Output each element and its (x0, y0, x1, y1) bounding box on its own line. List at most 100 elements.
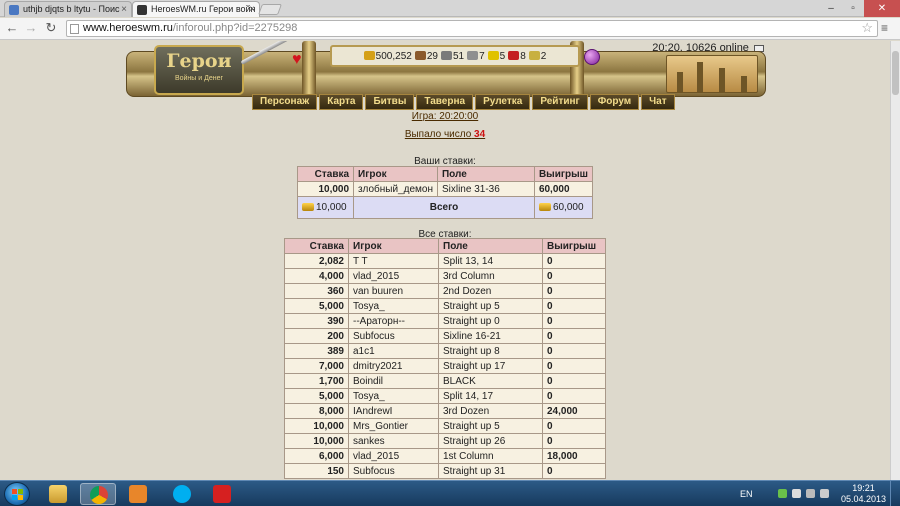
taskbar: EN 19:21 05.04.2013 (0, 480, 900, 506)
crystal-resource: 8 (508, 51, 526, 62)
bet-player[interactable]: vlad_2015 (348, 448, 439, 464)
bet-field: 1st Column (438, 448, 543, 464)
network-icon[interactable] (806, 489, 815, 498)
bet-stake: 389 (284, 343, 349, 359)
taskbar-skype[interactable] (164, 483, 200, 505)
game-logo[interactable]: Герои Войны и Денег (154, 45, 244, 95)
col-field: Поле (436, 166, 535, 182)
dropped-number: 34 (474, 129, 486, 140)
taskbar-media-player[interactable] (120, 483, 156, 505)
nav-tavern[interactable]: Таверна (416, 94, 474, 110)
mercury-icon (467, 51, 479, 61)
bet-field: Sixline 16-21 (438, 328, 543, 344)
nav-chat[interactable]: Чат (641, 94, 675, 110)
bet-player[interactable]: a1c1 (348, 343, 439, 359)
taskbar-explorer[interactable] (40, 483, 76, 505)
bet-player[interactable]: злобный_демон (353, 181, 438, 197)
health-heart-icon: ♥ (292, 51, 302, 68)
nav-battles[interactable]: Битвы (365, 94, 415, 110)
bet-player[interactable]: dmitry2021 (348, 358, 439, 374)
close-tab-icon[interactable]: × (249, 2, 255, 17)
your-bets-table: Ставка Игрок Поле Выигрыш 10,000 злобный… (296, 166, 594, 219)
address-bar[interactable]: www.heroeswm.ru/inforoul.php?id=2275298 … (66, 20, 878, 37)
bet-player[interactable]: Boindil (348, 373, 439, 389)
close-window-icon[interactable]: ✕ (864, 0, 900, 17)
table-row: 10,000 злобный_демон Sixline 31-36 60,00… (296, 181, 594, 197)
table-row: 10,000 Mrs_Gontier Straight up 50 (284, 418, 606, 434)
volume-icon[interactable] (820, 489, 829, 498)
bet-player[interactable]: T T (348, 253, 439, 269)
taskbar-app[interactable] (204, 483, 240, 505)
flag-icon[interactable] (792, 489, 801, 498)
page-scrollbar[interactable] (890, 41, 900, 480)
bet-win: 0 (542, 388, 606, 404)
gem-resource: 2 (528, 51, 546, 62)
nav-rating[interactable]: Рейтинг (532, 94, 588, 110)
clock[interactable]: 19:21 05.04.2013 (841, 483, 886, 505)
bet-win: 0 (542, 373, 606, 389)
bet-player[interactable]: Tosya_ (348, 298, 439, 314)
table-row: 360 van buuren 2nd Dozen 0 (284, 283, 606, 299)
crystal-icon (508, 51, 520, 61)
bet-player[interactable]: van buuren (348, 283, 439, 299)
tray-icon[interactable] (778, 489, 787, 498)
bet-field: 3rd Column (438, 268, 543, 284)
total-win: 60,000 (552, 202, 584, 213)
new-tab-button[interactable] (257, 4, 283, 15)
bet-player[interactable]: Subfocus (348, 328, 439, 344)
clock-date: 05.04.2013 (840, 494, 886, 504)
bet-player[interactable]: IAndrewI (348, 403, 439, 419)
search-favicon-icon (9, 5, 19, 15)
system-tray: EN 19:21 05.04.2013 (740, 481, 900, 506)
bet-player[interactable]: Mrs_Gontier (348, 418, 439, 434)
maximize-icon[interactable]: ▫ (842, 0, 864, 17)
app-icon (213, 485, 231, 503)
bet-win: 0 (542, 283, 606, 299)
bet-player[interactable]: --Араторн-- (348, 313, 439, 329)
bet-stake: 8,000 (284, 403, 349, 419)
back-arrow-icon[interactable]: ← (4, 20, 20, 36)
start-button[interactable] (4, 482, 30, 506)
skype-icon (173, 485, 191, 503)
bet-stake: 10,000 (284, 433, 349, 449)
table-row: 10,000 sankes Straight up 26 0 (284, 433, 606, 449)
gem-icon (528, 51, 540, 61)
game-time-link[interactable]: Игра: 20:20:00 (0, 111, 890, 122)
scrollbar-thumb[interactable] (892, 51, 899, 95)
forward-arrow-icon[interactable]: → (23, 20, 39, 36)
dropped-label: Выпало число (404, 129, 472, 140)
windows-logo-icon (12, 489, 23, 500)
page-content: 20:20, 10626 online Герои Войны и Денег … (0, 41, 900, 480)
sulfur-icon (487, 51, 499, 61)
bet-field: Split 13, 14 (438, 253, 543, 269)
media-player-icon (129, 485, 147, 503)
close-tab-icon[interactable]: × (121, 2, 127, 17)
nav-character[interactable]: Персонаж (252, 94, 318, 110)
bet-player[interactable]: sankes (348, 433, 439, 449)
bet-field: Split 14, 17 (438, 388, 543, 404)
menu-icon[interactable]: ≡ (881, 21, 895, 35)
bet-stake: 390 (284, 313, 349, 329)
nav-map[interactable]: Карта (319, 94, 364, 110)
taskbar-chrome[interactable] (80, 483, 116, 505)
table-row: 2,082 T T Split 13, 14 0 (284, 253, 606, 269)
bet-win: 60,000 (533, 181, 594, 197)
show-desktop-button[interactable] (890, 481, 900, 506)
browser-tab-bar: uthjb djqts b ltytu - Поис × HeroesWM.ru… (0, 0, 900, 17)
tab-heroeswm[interactable]: HeroesWM.ru Герои войн × (132, 1, 260, 17)
tab-search[interactable]: uthjb djqts b ltytu - Поис × (4, 1, 132, 17)
bet-player[interactable]: Tosya_ (348, 388, 439, 404)
nav-roulette[interactable]: Рулетка (475, 94, 531, 110)
bet-stake: 5,000 (284, 388, 349, 404)
bet-player[interactable]: vlad_2015 (348, 268, 439, 284)
bet-player[interactable]: Subfocus (348, 463, 439, 479)
table-row: 1,700 Boindil BLACK 0 (284, 373, 606, 389)
language-indicator[interactable]: EN (740, 489, 753, 499)
bet-field: 2nd Dozen (438, 283, 543, 299)
resources-bar: 500,252 29 51 7 5 8 2 (330, 45, 580, 67)
bet-win: 0 (542, 463, 606, 479)
bookmark-star-icon[interactable]: ☆ (861, 20, 873, 35)
nav-forum[interactable]: Форум (589, 94, 640, 110)
reload-icon[interactable]: ↻ (43, 20, 59, 36)
minimize-icon[interactable]: – (820, 0, 842, 17)
